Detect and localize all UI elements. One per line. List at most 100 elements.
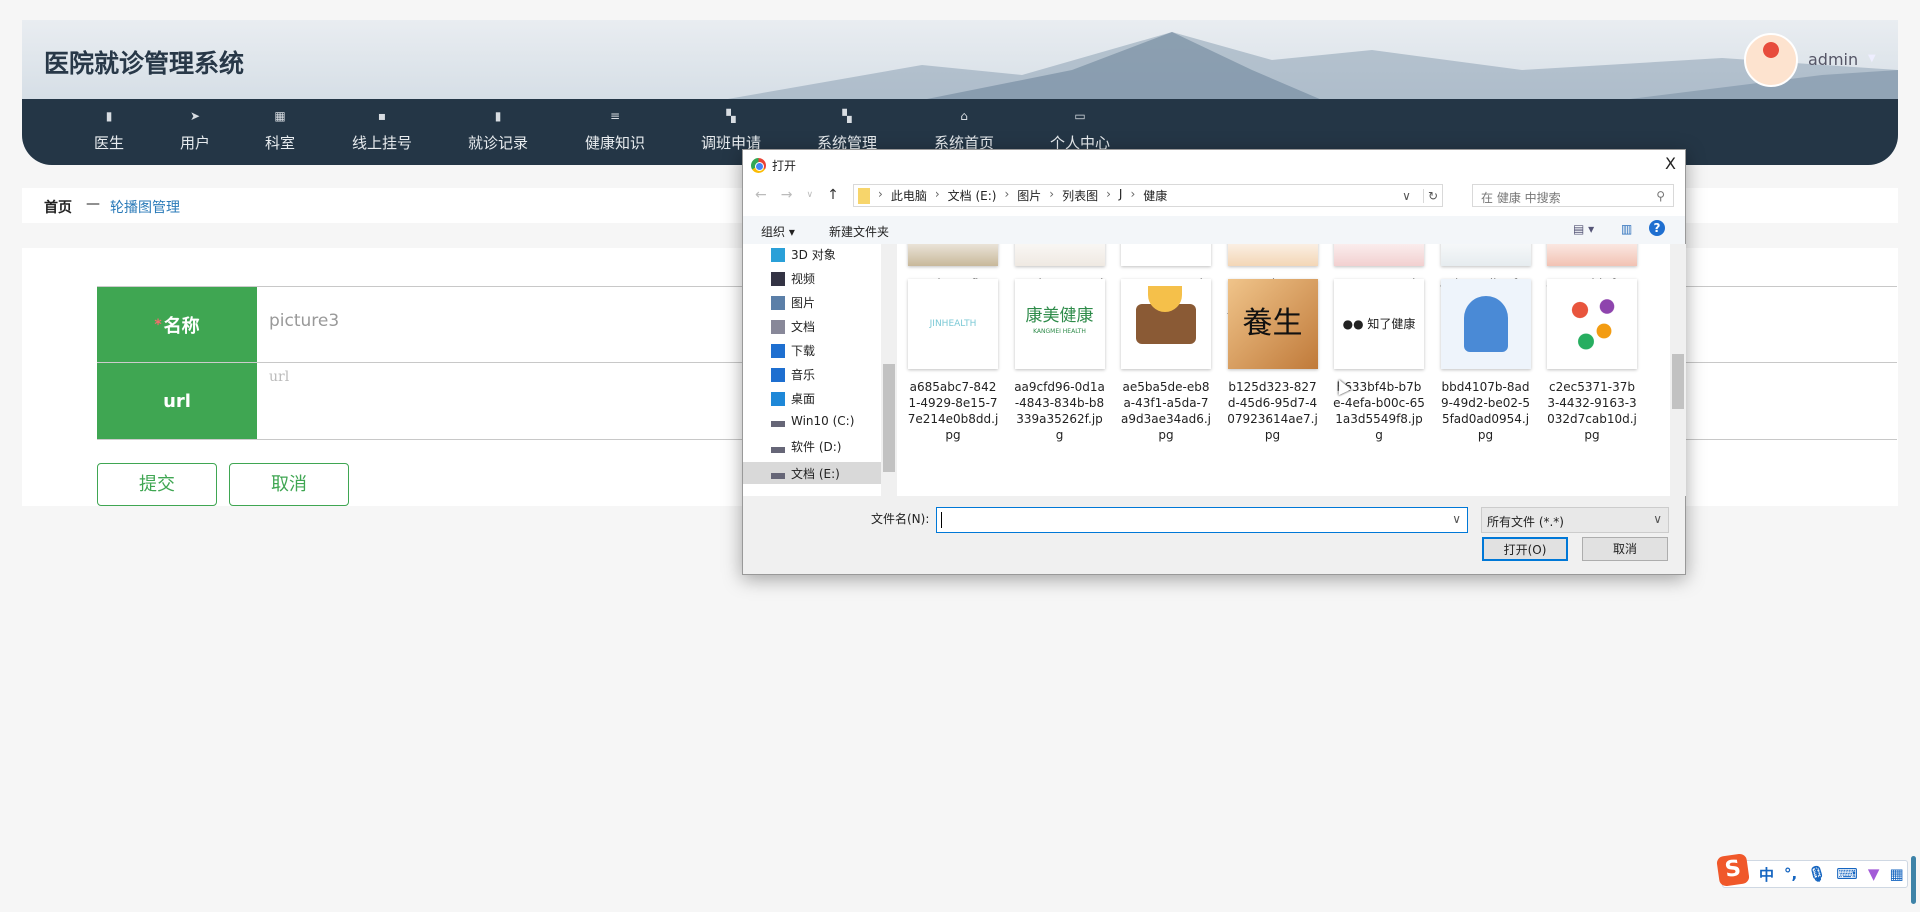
- nav-pane-label: 音乐: [791, 368, 816, 382]
- file-item[interactable]: bbd4107b-8ad9-49d2-be02-55fad0ad0954.jpg: [1436, 279, 1536, 443]
- file-list-scrollbar[interactable]: [1670, 244, 1686, 496]
- nav-item[interactable]: ➤ 用户: [150, 99, 240, 165]
- refresh-icon[interactable]: ↻: [1422, 188, 1442, 203]
- open-button[interactable]: 打开(O): [1482, 537, 1568, 561]
- nav-pane-label: 下载: [791, 344, 816, 358]
- nav-pane-item[interactable]: 文档: [771, 318, 815, 335]
- new-folder-button[interactable]: 新建文件夹: [829, 223, 889, 240]
- desktop-icon: [771, 391, 785, 406]
- apps-icon: ▚: [842, 109, 852, 123]
- nav-item[interactable]: ▦ 科室: [235, 99, 325, 165]
- chat-icon: ▪: [377, 109, 387, 123]
- keyboard-icon[interactable]: ⌨: [1836, 865, 1858, 883]
- file-item[interactable]: JINHEALTH a685abc7-8421-4929-8e15-77e214e…: [903, 279, 1003, 443]
- file-thumbnail: [1440, 244, 1531, 266]
- list-icon: ≡: [609, 109, 621, 123]
- nav-pane-item[interactable]: 桌面: [771, 390, 815, 407]
- path-chevron-icon: ›: [1106, 187, 1111, 201]
- submit-button[interactable]: 提交: [97, 463, 217, 506]
- forward-arrow-icon[interactable]: →: [781, 187, 793, 203]
- filetype-select[interactable]: 所有文件 (*.*) ∨: [1481, 507, 1669, 533]
- file-item[interactable]: c2ec5371-37b3-4432-9163-3032d7cab10d.jpg: [1542, 279, 1642, 443]
- nav-pane-item[interactable]: 视频: [771, 270, 815, 287]
- nav-pane-label: 图片: [791, 296, 816, 310]
- nav-pane-item[interactable]: 软件 (D:): [771, 438, 841, 455]
- file-item[interactable]: ae5ba5de-eb8a-43f1-a5da-7a9d3ae34ad6.jpg: [1116, 279, 1216, 443]
- nav-pane-label: Win10 (C:): [791, 414, 855, 428]
- nav-item-label: 医生: [93, 134, 124, 152]
- sogou-logo-icon[interactable]: S: [1716, 853, 1750, 887]
- file-item[interactable]: 養生 b125d323-827d-45d6-95d7-407923614ae7.j…: [1223, 279, 1323, 443]
- dialog-footer: 文件名(N): ∨ 所有文件 (*.*) ∨ 打开(O) 取消: [743, 496, 1685, 574]
- file-thumbnail: [1547, 279, 1637, 369]
- chevron-down-icon[interactable]: ▼: [1868, 53, 1876, 64]
- preview-pane-icon[interactable]: ▥: [1621, 222, 1632, 236]
- address-bar[interactable]: › 此电脑 › 文档 (E:) › 图片 › 列表图 › J › 健康 ∨ ↻: [853, 184, 1443, 207]
- path-segment[interactable]: 列表图: [1062, 187, 1098, 204]
- dialog-cancel-button[interactable]: 取消: [1582, 537, 1668, 561]
- ime-toolbar: 中 °, 🎙 ⌨ ▼ ▦: [1722, 860, 1908, 888]
- chevron-down-icon[interactable]: ∨: [1452, 512, 1461, 526]
- path-segment[interactable]: 文档 (E:): [948, 187, 997, 204]
- help-icon[interactable]: ?: [1649, 220, 1665, 236]
- path-segment[interactable]: 健康: [1143, 187, 1167, 204]
- nav-pane-item[interactable]: 音乐: [771, 366, 815, 383]
- nav-pane-item[interactable]: 图片: [771, 294, 815, 311]
- close-icon[interactable]: X: [1665, 154, 1676, 173]
- path-chevron-icon: ›: [1049, 187, 1055, 201]
- up-arrow-icon[interactable]: ↑: [827, 187, 839, 203]
- view-options-icon[interactable]: ▤ ▾: [1573, 222, 1594, 236]
- nav-item[interactable]: ▪ 线上挂号: [337, 99, 427, 165]
- apps-icon[interactable]: ▦: [1889, 865, 1903, 883]
- file-name: aa9cfd96-0d1a-4843-834b-b8339a35262f.jpg: [1014, 380, 1105, 442]
- file-name: ae5ba5de-eb8a-43f1-a5da-7a9d3ae34ad6.jpg: [1121, 380, 1211, 442]
- microphone-icon[interactable]: 🎙: [1807, 865, 1826, 883]
- file-item[interactable]: ●● 知了健康 b633bf4b-b7be-4efa-b00c-651a3d554…: [1329, 279, 1429, 443]
- username[interactable]: admin: [1808, 50, 1858, 69]
- nav-pane-item[interactable]: 文档 (E:): [743, 462, 881, 484]
- drive-icon: [771, 446, 785, 453]
- chrome-icon: [751, 158, 766, 173]
- pictures-icon: [771, 295, 785, 310]
- path-segment[interactable]: 图片: [1017, 187, 1041, 204]
- back-arrow-icon[interactable]: ←: [755, 187, 767, 203]
- search-input[interactable]: 在 健康 中搜索 ⚲: [1472, 184, 1674, 207]
- path-chevron-icon: ›: [934, 187, 940, 201]
- nav-item[interactable]: ▮ 医生: [64, 99, 154, 165]
- thumb-logo-text: 康美健康 KANGMEI HEALTH: [1025, 306, 1094, 336]
- file-thumbnail: [1334, 244, 1424, 266]
- nav-pane-label: 桌面: [791, 392, 816, 406]
- avatar[interactable]: [1744, 33, 1798, 87]
- nav-pane-item[interactable]: 3D 对象: [771, 246, 836, 263]
- file-thumbnail: [1440, 279, 1531, 369]
- nav-pane-item[interactable]: 下载: [771, 342, 815, 359]
- organize-menu[interactable]: 组织 ▾: [761, 223, 795, 240]
- skin-icon[interactable]: ▼: [1868, 865, 1880, 883]
- nav-pane-item[interactable]: Win10 (C:): [771, 414, 854, 428]
- path-segment[interactable]: J: [1119, 187, 1123, 204]
- ime-punct[interactable]: °,: [1784, 865, 1797, 883]
- documents-icon: [771, 319, 785, 334]
- file-thumbnail: ●● 知了健康: [1334, 279, 1424, 369]
- address-dropdown-icon[interactable]: ∨: [1402, 189, 1415, 203]
- nav-item[interactable]: ▮ 就诊记录: [453, 99, 543, 165]
- nav-item[interactable]: ≡ 健康知识: [570, 99, 660, 165]
- file-item[interactable]: 康美健康 KANGMEI HEALTH aa9cfd96-0d1a-4843-834…: [1010, 279, 1110, 443]
- file-thumbnail: 養生: [1227, 279, 1318, 369]
- folder-icon: [858, 187, 870, 204]
- clipboard-icon: ▮: [494, 109, 502, 123]
- thumb-logo-text: 養生: [1242, 306, 1303, 341]
- filename-input[interactable]: ∨: [936, 507, 1468, 533]
- file-name: b125d323-827d-45d6-95d7-407923614ae7.jpg: [1227, 380, 1318, 442]
- recent-chevron-icon[interactable]: ∨: [806, 187, 813, 203]
- drive-icon: [771, 473, 785, 479]
- path-segment[interactable]: 此电脑: [891, 187, 927, 204]
- nav-pane-scrollbar[interactable]: [881, 244, 897, 496]
- search-placeholder: 在 健康 中搜索: [1481, 191, 1561, 205]
- ime-mode[interactable]: 中: [1759, 864, 1774, 885]
- mountain-background: [722, 32, 1898, 100]
- breadcrumb-home[interactable]: 首页: [44, 197, 72, 217]
- file-list: 779cba6c-fb62-4d92-a2f6-967072b454a0.jpg…: [898, 244, 1671, 496]
- cancel-button[interactable]: 取消: [229, 463, 349, 506]
- breadcrumb-current: 轮播图管理: [110, 200, 180, 216]
